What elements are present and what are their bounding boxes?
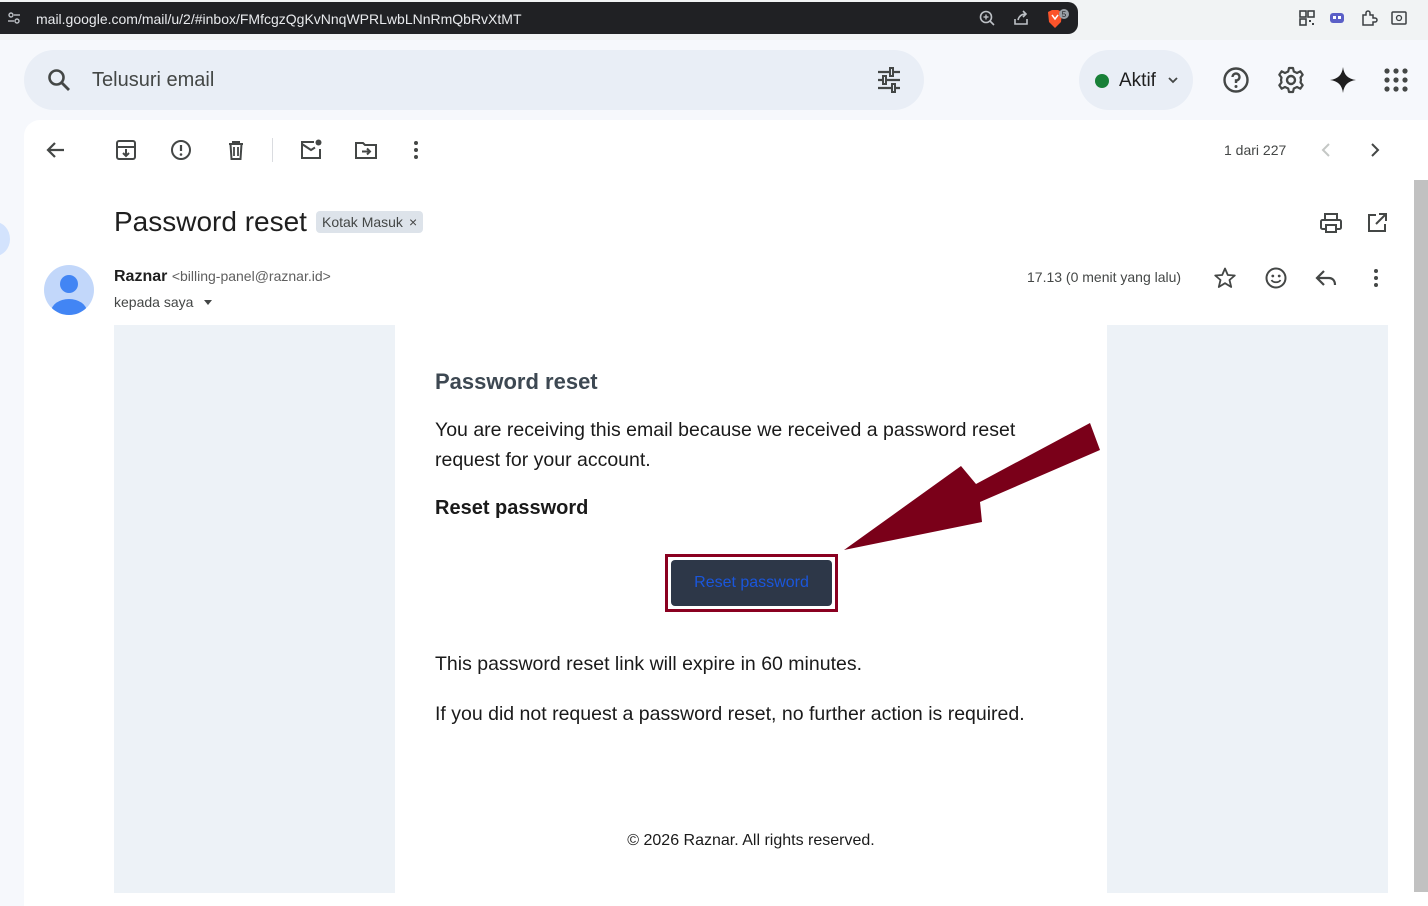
older-chevron-right-icon[interactable] <box>1363 138 1387 162</box>
settings-gear-icon[interactable] <box>1277 66 1305 94</box>
status-dot <box>1095 74 1109 88</box>
sender-line: Raznar <billing-panel@raznar.id> <box>114 268 331 286</box>
report-spam-icon[interactable] <box>169 138 193 162</box>
sender-name[interactable]: Raznar <box>114 268 167 285</box>
delete-trash-icon[interactable] <box>224 138 248 162</box>
email-content-card: Password reset You are receiving this em… <box>395 325 1107 893</box>
archive-icon[interactable] <box>114 138 138 162</box>
reset-password-button[interactable]: Reset password <box>671 560 832 606</box>
brave-badge-count: 5 <box>1062 10 1067 19</box>
pagination-count: 1 dari 227 <box>1224 142 1287 158</box>
move-to-folder-icon[interactable] <box>354 138 378 162</box>
back-arrow-icon[interactable] <box>44 138 68 162</box>
message-view: 1 dari 227 Password reset Kotak Masuk × R… <box>24 120 1428 906</box>
sender-email: <billing-panel@raznar.id> <box>171 268 331 284</box>
email-timestamp: 17.13 (0 menit yang lalu) <box>1027 269 1182 285</box>
mark-unread-icon[interactable] <box>299 138 323 162</box>
star-icon[interactable] <box>1213 266 1237 290</box>
gemini-sparkle-icon[interactable] <box>1329 66 1357 94</box>
body-heading: Password reset <box>435 369 598 394</box>
label-chip: Kotak Masuk × <box>316 211 424 233</box>
body-section-title: Reset password <box>435 497 589 519</box>
status-selector[interactable]: Aktif <box>1079 50 1193 110</box>
print-icon[interactable] <box>1319 211 1343 235</box>
body-footer: © 2026 Raznar. All rights reserved. <box>627 832 875 849</box>
recipient-line[interactable]: kepada saya <box>114 294 214 310</box>
extension-app-icon[interactable] <box>1328 9 1346 27</box>
share-icon[interactable] <box>1012 9 1030 27</box>
status-label: Aktif <box>1119 70 1156 91</box>
chevron-down-icon <box>1168 77 1178 84</box>
side-panel-tab[interactable] <box>0 222 10 256</box>
search-input[interactable] <box>92 64 852 96</box>
address-bar[interactable]: mail.google.com/mail/u/2/#inbox/FMfcgzQg… <box>0 2 1078 34</box>
site-info-icon[interactable] <box>6 10 22 26</box>
scrollbar-thumb[interactable] <box>1414 180 1428 892</box>
help-icon[interactable] <box>1222 66 1250 94</box>
search-icon[interactable] <box>46 67 72 93</box>
annotation-arrow <box>844 423 1100 550</box>
recipient-text: kepada saya <box>114 294 194 310</box>
url-text[interactable]: mail.google.com/mail/u/2/#inbox/FMfcgzQg… <box>36 11 522 27</box>
apps-grid-icon[interactable] <box>1382 66 1410 94</box>
newer-chevron-left-icon[interactable] <box>1314 138 1338 162</box>
details-dropdown-icon[interactable] <box>202 296 214 308</box>
remove-label-icon[interactable]: × <box>409 214 417 230</box>
reply-icon[interactable] <box>1314 266 1338 290</box>
more-vert-icon[interactable] <box>404 138 428 162</box>
button-highlight-frame: Reset password <box>665 554 838 612</box>
search-bar <box>24 50 924 110</box>
zoom-icon[interactable] <box>978 9 996 27</box>
qr-code-icon[interactable] <box>1298 9 1316 27</box>
message-more-vert-icon[interactable] <box>1364 266 1388 290</box>
emoji-reaction-icon[interactable] <box>1264 266 1288 290</box>
person-icon <box>51 275 87 315</box>
open-new-window-icon[interactable] <box>1365 211 1389 235</box>
browser-toolbar: mail.google.com/mail/u/2/#inbox/FMfcgzQg… <box>0 0 1428 40</box>
label-chip-text: Kotak Masuk <box>322 214 403 230</box>
search-options-icon[interactable] <box>876 67 902 93</box>
email-subject: Password reset <box>114 206 307 237</box>
sender-avatar[interactable] <box>44 265 94 315</box>
email-body: Password reset You are receiving this em… <box>114 325 1388 893</box>
side-panel-icon[interactable] <box>1390 9 1408 27</box>
extensions-puzzle-icon[interactable] <box>1360 9 1378 27</box>
toolbar-divider <box>272 138 273 162</box>
brave-shield-icon[interactable]: 5 <box>1046 8 1070 30</box>
body-expiry-text: This password reset link will expire in … <box>435 653 863 675</box>
body-note-text: If you did not request a password reset,… <box>435 703 1025 725</box>
